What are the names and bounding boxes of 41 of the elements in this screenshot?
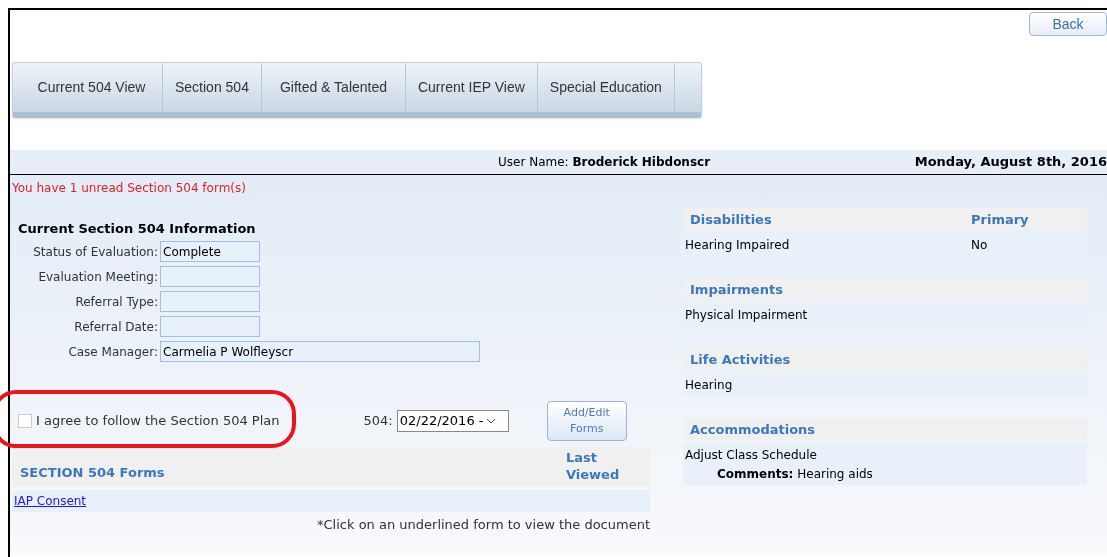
add-edit-forms-button[interactable]: Add/Edit Forms xyxy=(546,400,627,441)
plan-dropdown[interactable]: 02/22/2016 - xyxy=(396,409,509,432)
column-header: SECTION 504 Forms xyxy=(20,464,165,482)
checkbox[interactable] xyxy=(18,413,32,428)
column-header: Primary xyxy=(971,210,1030,229)
nav-tab[interactable]: Current 504 View xyxy=(13,63,163,112)
input-field[interactable] xyxy=(160,266,260,287)
unread-notice: You have 1 unread Section 504 form(s) xyxy=(12,180,246,197)
section-header: Impairments xyxy=(690,280,783,299)
section-header: Life Activities xyxy=(690,350,791,369)
field-label: Referral Type: xyxy=(75,293,158,311)
field-label: Referral Date: xyxy=(74,318,158,336)
plan-label: 504: xyxy=(363,411,393,430)
back-button[interactable]: Back xyxy=(1029,12,1107,36)
nav-tab[interactable]: Current IEP View xyxy=(405,63,538,112)
agreement-label: I agree to follow the Section 504 Plan xyxy=(36,411,280,430)
field-label: Status of Evaluation: xyxy=(33,243,158,261)
table-cell-text: Hearing Impaired xyxy=(685,236,790,254)
input-field[interactable] xyxy=(160,316,260,337)
nav-tab[interactable]: Section 504 xyxy=(163,63,262,112)
section-header: Accommodations xyxy=(690,420,816,439)
input-field[interactable] xyxy=(160,291,260,312)
table-cell-text: Physical Impairment xyxy=(685,306,808,324)
field-label: Case Manager: xyxy=(68,343,158,361)
section-title: Current Section 504 Information xyxy=(18,221,256,236)
form-link[interactable]: IAP Consent xyxy=(14,491,87,510)
nav-tab[interactable]: Gifted & Talented xyxy=(261,63,406,112)
user-name: User Name: Broderick Hibdonscr xyxy=(498,155,711,169)
table-cell-text: No xyxy=(971,236,989,254)
nav-tab[interactable]: Special Education xyxy=(537,63,675,112)
current-date: Monday, August 8th, 2016 xyxy=(914,153,1107,172)
footnote: *Click on an underlined form to view the document xyxy=(317,515,650,534)
input-field[interactable]: Carmelia P Wolfleyscr xyxy=(160,341,480,362)
table-cell-text: Adjust Class Schedule xyxy=(685,446,817,464)
field-label: Evaluation Meeting: xyxy=(38,268,158,286)
comment-text: Comments: Hearing aids xyxy=(717,465,873,483)
section-header: Disabilities xyxy=(690,210,772,229)
chevron-down-icon xyxy=(485,417,496,424)
column-header: Last Viewed xyxy=(566,448,621,483)
table-cell-text: Hearing xyxy=(685,376,733,394)
input-field[interactable]: Complete xyxy=(160,241,260,262)
